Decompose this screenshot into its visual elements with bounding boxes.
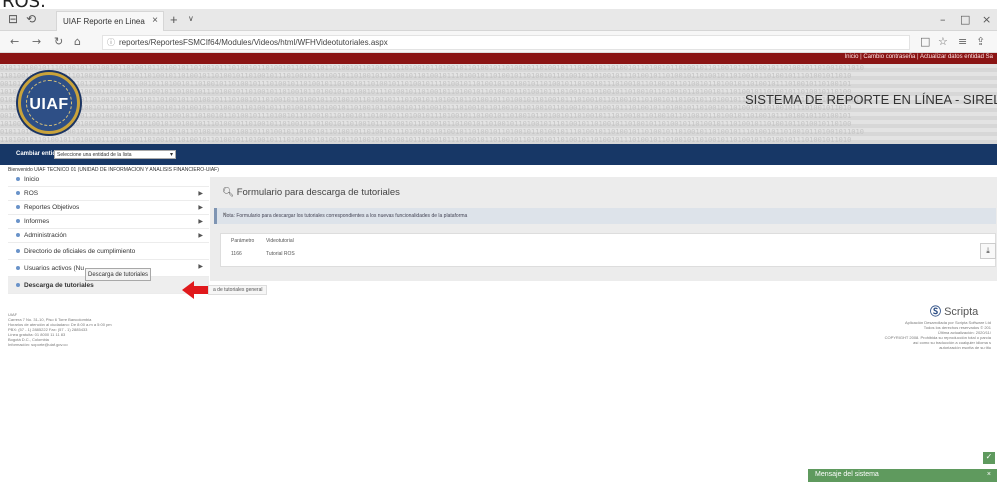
site-banner: 0101101001011101001011010010110100101101… — [0, 64, 997, 144]
menu-tooltip: Descarga de tutoriales — [85, 268, 151, 281]
entity-select-value: Seleccione una entidad de la lista — [57, 152, 132, 158]
sidebar-item-label: ROS — [24, 190, 39, 197]
footer-copyright: Aplicación Desarrollada por Scripta Soft… — [885, 320, 991, 350]
chevron-right-icon: ▶ — [198, 233, 203, 239]
tab-dropdown-icon[interactable]: ∨ — [188, 14, 194, 23]
chevron-right-icon: ▶ — [198, 219, 203, 225]
footer-line[interactable]: Información: soporte@uiaf.gov.co — [8, 342, 112, 347]
chevron-right-icon: ▶ — [198, 264, 203, 270]
screen: ROS. ⊟ ⟲ UIAF Reporte en Linea × + ∨ – □… — [0, 0, 997, 482]
note-alert: Nota: Formulario para descargar los tuto… — [214, 208, 996, 224]
system-message-bar[interactable]: Mensaje del sistema × — [808, 469, 997, 482]
home-icon[interactable]: ⌂ — [74, 35, 81, 48]
sidebar-item-label: Usuarios activos (Nu — [24, 265, 84, 272]
sidebar-item-inicio[interactable]: Inicio — [8, 173, 209, 187]
bullet-icon — [16, 283, 20, 288]
sidebar-item-ros[interactable]: ROS ▶ — [8, 187, 209, 201]
bullet-icon — [16, 205, 20, 210]
sidebar-item-label: Informes — [24, 218, 50, 225]
scripta-logo: Ⓢ Scripta — [930, 303, 978, 319]
sidebar-item-administracion[interactable]: Administración ▶ — [8, 229, 209, 243]
bullet-icon — [16, 233, 20, 238]
sidebar-item-label: Inicio — [24, 176, 40, 183]
chevron-right-icon: ▶ — [198, 191, 203, 197]
url-input[interactable]: ⓘ reportes/ReportesFSMCIf64/Modules/Vide… — [102, 35, 910, 50]
tab-close-icon[interactable]: × — [152, 15, 158, 26]
footer-line: autorización escrita de su titu — [939, 345, 991, 350]
main-panel: 🔍︎ Formulario para descarga de tutoriale… — [210, 177, 997, 281]
chevron-down-icon: ▾ — [169, 152, 173, 158]
bullet-icon — [16, 191, 20, 196]
close-icon[interactable]: × — [987, 471, 991, 478]
search-icon: 🔍︎ — [222, 187, 235, 198]
page-title-text: Formulario para descarga de tutoriales — [236, 187, 400, 198]
tutorials-table: Parámetro Videotutorial 1166 Tutorial RO… — [220, 233, 996, 267]
refresh-icon[interactable]: ↻ — [54, 35, 63, 48]
new-tab-button[interactable]: + — [170, 12, 178, 27]
favorites-bar-icon[interactable]: ≡ — [958, 35, 967, 48]
reading-view-icon[interactable]: □ — [920, 35, 930, 48]
bullet-icon — [16, 219, 20, 224]
footer-contact: UIAF Carrera 7 No. 31-10, Piso 6 Torre B… — [8, 312, 112, 347]
entity-select[interactable]: Seleccione una entidad de la lista ▾ — [54, 150, 176, 159]
uiaf-logo[interactable]: UIAF — [18, 72, 80, 134]
site-title: SISTEMA DE REPORTE EN LÍNEA - SIREL 201 — [745, 92, 997, 107]
chevron-right-icon: ▶ — [198, 205, 203, 211]
bullet-icon — [16, 249, 20, 254]
top-links[interactable]: Inicio | Cambio contraseña | Actualizar … — [844, 54, 993, 60]
page-title: 🔍︎ Formulario para descarga de tutoriale… — [222, 187, 400, 198]
close-icon[interactable]: × — [223, 212, 990, 218]
checkmark-icon[interactable]: ✓ — [983, 452, 995, 464]
table-cell: Tutorial ROS — [266, 251, 295, 257]
close-window-button[interactable]: × — [982, 13, 991, 26]
favorite-star-icon[interactable]: ☆ — [938, 35, 948, 48]
minimize-button[interactable]: – — [940, 13, 946, 26]
sidebar-item-reportes-objetivos[interactable]: Reportes Objetivos ▶ — [8, 201, 209, 215]
share-icon[interactable]: ⇪ — [976, 35, 985, 48]
entity-bar: Cambiar entidad Seleccione una entidad d… — [0, 144, 997, 165]
url-text: reportes/ReportesFSMCIf64/Modules/Videos… — [119, 38, 388, 47]
scripta-s-icon: Ⓢ — [930, 306, 941, 318]
tab-actions-icon[interactable]: ⊟ — [8, 12, 18, 26]
browser-tab[interactable]: UIAF Reporte en Linea × — [56, 11, 164, 31]
sidebar-item-label: Descarga de tutoriales — [24, 282, 94, 289]
back-arrow-icon[interactable]: ← — [10, 35, 19, 48]
site-top-bar: Inicio | Cambio contraseña | Actualizar … — [0, 53, 997, 64]
table-header: Videotutorial — [266, 238, 294, 244]
bullet-icon — [16, 177, 20, 182]
download-button[interactable]: ⤓ — [980, 243, 996, 259]
tab-history-icon[interactable]: ⟲ — [26, 12, 36, 26]
forward-arrow-icon[interactable]: → — [32, 35, 41, 48]
sidebar-item-label: Directorio de oficiales de cumplimiento — [24, 248, 136, 255]
download-icon: ⤓ — [986, 246, 990, 255]
breadcrumb[interactable]: a de tutoriales general — [208, 285, 268, 295]
browser-address-bar: ← → ↻ ⌂ ⓘ reportes/ReportesFSMCIf64/Modu… — [0, 31, 997, 53]
logo-text: UIAF — [29, 96, 69, 113]
sidebar-item-label: Reportes Objetivos — [24, 204, 80, 211]
system-message-text: Mensaje del sistema — [815, 471, 879, 478]
info-icon: ⓘ — [107, 38, 115, 47]
browser-tab-bar: ⊟ ⟲ UIAF Reporte en Linea × + ∨ – □ × — [0, 9, 997, 31]
maximize-button[interactable]: □ — [960, 13, 970, 26]
tab-title: UIAF Reporte en Linea — [63, 17, 145, 26]
table-cell: 1166 — [231, 251, 242, 257]
sidebar-item-informes[interactable]: Informes ▶ — [8, 215, 209, 229]
table-header: Parámetro — [231, 238, 255, 244]
bullet-icon — [16, 266, 20, 271]
sidebar-item-label: Administración — [24, 232, 67, 239]
scripta-brand: Scripta — [944, 306, 979, 318]
sidebar-item-directorio[interactable]: Directorio de oficiales de cumplimiento — [8, 243, 209, 260]
